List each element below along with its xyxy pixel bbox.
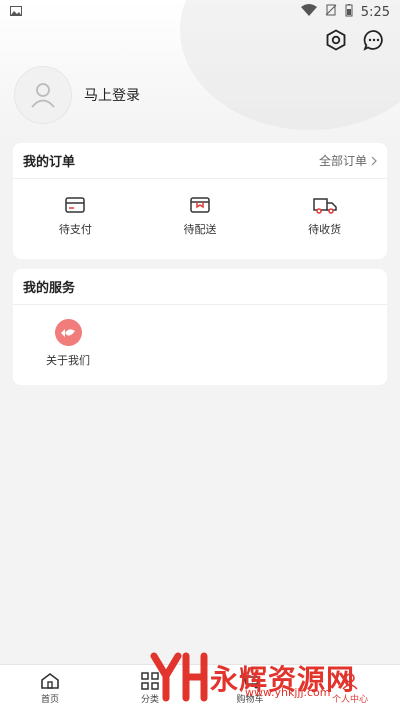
service-label: 关于我们 xyxy=(46,354,90,367)
watermark: 永辉资源网 www.yhkjjj.com xyxy=(150,652,355,704)
gallery-icon xyxy=(10,5,22,20)
order-pending-payment[interactable]: 待支付 xyxy=(35,195,115,237)
no-sim-icon xyxy=(325,4,337,20)
avatar[interactable] xyxy=(14,66,72,124)
settings-icon[interactable] xyxy=(324,28,348,52)
orders-card: 我的订单 全部订单 待支付 待配送 待收货 xyxy=(13,143,387,259)
tab-label: 首页 xyxy=(40,694,59,705)
services-title: 我的服务 xyxy=(23,281,76,296)
home-icon xyxy=(41,672,59,689)
status-bar: 5:25 xyxy=(0,0,400,24)
all-orders-label: 全部订单 xyxy=(318,154,367,168)
wifi-icon xyxy=(300,4,317,20)
order-label: 待收货 xyxy=(308,223,342,236)
profile-section[interactable]: 马上登录 xyxy=(14,66,140,124)
order-label: 待支付 xyxy=(58,223,92,236)
order-label: 待配送 xyxy=(183,223,217,236)
about-icon xyxy=(54,319,82,346)
battery-icon xyxy=(345,3,353,21)
watermark-url: www.yhkjjj.com xyxy=(245,686,331,699)
wallet-icon xyxy=(65,197,86,213)
login-link[interactable]: 马上登录 xyxy=(84,85,140,105)
package-icon xyxy=(190,197,210,213)
tab-home[interactable]: 首页 xyxy=(0,665,100,711)
chevron-right-icon xyxy=(371,156,377,165)
watermark-logo xyxy=(150,652,208,702)
orders-title: 我的订单 xyxy=(23,155,76,170)
about-us-item[interactable]: 关于我们 xyxy=(43,319,93,368)
status-time: 5:25 xyxy=(360,4,390,20)
user-placeholder-icon xyxy=(31,83,55,108)
all-orders-link[interactable]: 全部订单 xyxy=(319,152,377,169)
order-pending-delivery[interactable]: 待配送 xyxy=(160,195,240,237)
truck-icon xyxy=(312,198,337,214)
message-icon[interactable] xyxy=(362,28,386,52)
order-pending-receipt[interactable]: 待收货 xyxy=(285,195,365,237)
services-card: 我的服务 关于我们 xyxy=(13,269,387,385)
